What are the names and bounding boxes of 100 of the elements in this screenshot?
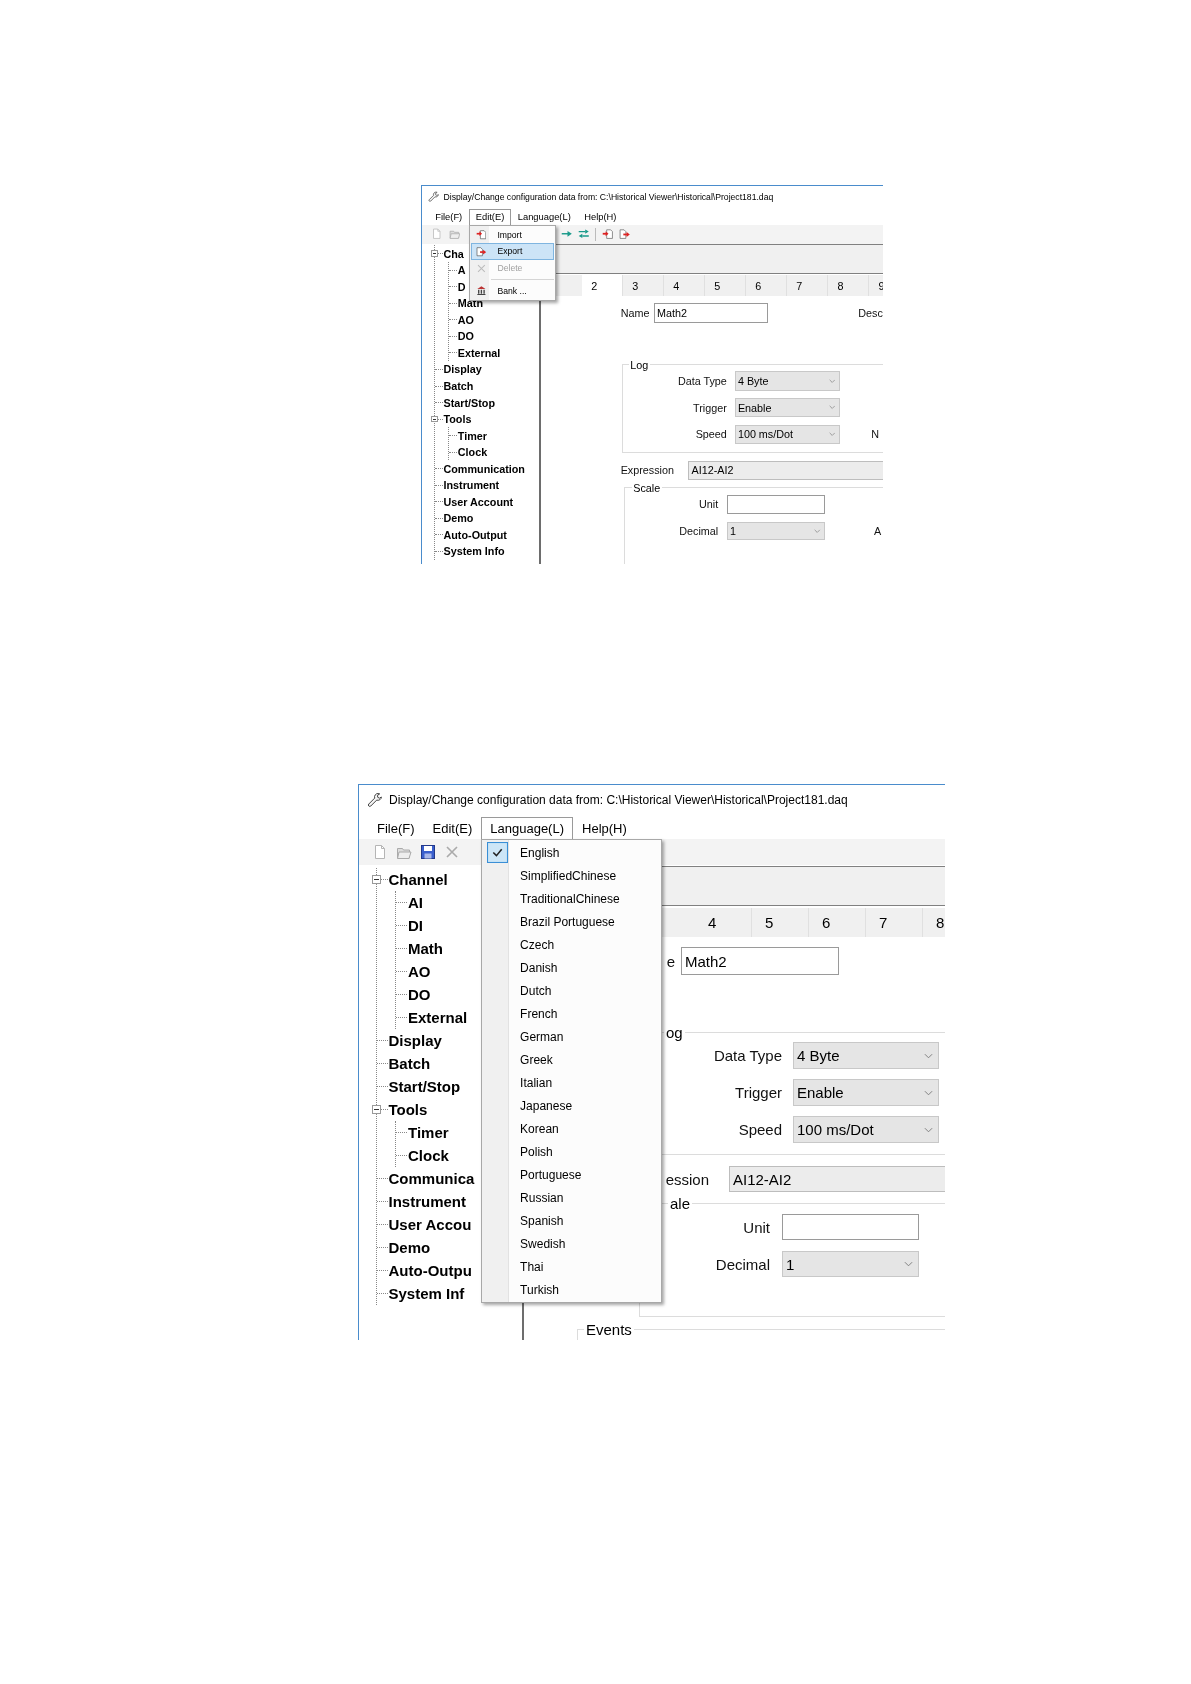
tree-item[interactable]: User Accou	[388, 1215, 472, 1233]
text-field[interactable]	[726, 495, 826, 514]
tree-item[interactable]: System Inf	[388, 1284, 465, 1302]
menu-bar-item[interactable]: File(F)	[368, 817, 424, 840]
tree-item[interactable]: System Info	[443, 545, 505, 558]
tree-item[interactable]: AO	[408, 962, 431, 980]
menu-bar-item[interactable]: Language(L)	[511, 209, 578, 225]
tree-item[interactable]: Timer	[408, 1123, 449, 1141]
tree-item[interactable]: Auto-Outpu	[388, 1261, 472, 1279]
menu-bar-item[interactable]: Help(H)	[577, 209, 624, 225]
menu-item[interactable]: French	[484, 1002, 660, 1026]
collapse-icon[interactable]	[371, 874, 381, 884]
tree-item[interactable]: Math	[408, 939, 443, 957]
menu-item[interactable]: Import	[471, 226, 554, 244]
tree-item[interactable]: User Account	[443, 495, 514, 508]
export-icon	[475, 246, 487, 257]
new-file-icon[interactable]	[431, 228, 443, 240]
dropdown[interactable]: 4 Byte	[734, 371, 840, 391]
tree-item[interactable]: Communication	[443, 462, 525, 475]
tree-item[interactable]: Instrument	[443, 479, 500, 492]
import-icon[interactable]	[602, 228, 614, 240]
swap-arrows-icon[interactable]	[578, 228, 590, 240]
tree-item[interactable]: Tools	[443, 413, 472, 426]
save-icon[interactable]	[420, 844, 436, 861]
dropdown[interactable]: 100 ms/Dot	[734, 424, 840, 444]
menu-item[interactable]: Greek	[484, 1048, 660, 1072]
collapse-icon[interactable]	[431, 250, 438, 257]
tree-item[interactable]: Cha	[443, 247, 464, 260]
menu-bar-item[interactable]: Edit(E)	[423, 817, 482, 840]
menu-item[interactable]: SimplifiedChinese	[484, 864, 660, 888]
tree-item[interactable]: Demo	[388, 1238, 431, 1256]
field-label: Data Type	[677, 375, 727, 387]
menu-item[interactable]: Japanese	[484, 1094, 660, 1118]
tree-item[interactable]: DI	[408, 916, 423, 934]
new-file-icon[interactable]	[372, 844, 388, 861]
menu-item[interactable]: Italian	[484, 1071, 660, 1095]
tree-item[interactable]: Display	[443, 363, 482, 376]
tree-item[interactable]: Demo	[443, 512, 474, 525]
arrow-right-icon[interactable]	[560, 228, 573, 240]
menu-item[interactable]: TraditionalChinese	[484, 887, 660, 911]
dropdown[interactable]: 4 Byte	[793, 1042, 939, 1070]
tree-item[interactable]: Timer	[457, 429, 487, 442]
menu-bar-item[interactable]: Language(L)	[481, 817, 573, 840]
menu-bar-item[interactable]: Edit(E)	[468, 209, 512, 225]
tree-item[interactable]: Instrument	[388, 1192, 466, 1210]
group-title: ale	[670, 1195, 691, 1213]
menu-item[interactable]: Korean	[484, 1117, 660, 1141]
menu-item[interactable]: Dutch	[484, 979, 660, 1003]
menu-item[interactable]: Russian	[484, 1186, 660, 1210]
menu-bar-item[interactable]: Help(H)	[573, 817, 636, 840]
menu-item[interactable]: Swedish	[484, 1232, 660, 1256]
tree-item[interactable]: DO	[457, 330, 474, 343]
tree-item[interactable]: Tools	[388, 1100, 428, 1118]
text-field[interactable]	[782, 1214, 919, 1241]
collapse-icon[interactable]	[371, 1104, 381, 1114]
tree-item[interactable]: Clock	[457, 446, 488, 459]
tree-item[interactable]: Batch	[388, 1054, 431, 1072]
dropdown[interactable]: Enable	[734, 397, 840, 418]
tree-item[interactable]: External	[408, 1008, 468, 1026]
tree-item[interactable]: Start/Stop	[443, 396, 495, 409]
expression-field[interactable]: AI12-AI2	[688, 460, 884, 480]
tree-item[interactable]: Clock	[408, 1146, 449, 1164]
menu-item[interactable]: Portuguese	[484, 1163, 660, 1187]
menu-item[interactable]: Turkish	[484, 1278, 660, 1302]
tree-item[interactable]: Channel	[388, 870, 448, 888]
tree-item[interactable]: Start/Stop	[388, 1077, 461, 1095]
tree-item[interactable]: Communica	[388, 1169, 475, 1187]
tree-item[interactable]: D	[457, 280, 466, 293]
expression-field[interactable]: AI12-AI2	[729, 1166, 945, 1193]
delete-icon	[475, 262, 487, 274]
tree-item[interactable]: Batch	[443, 380, 474, 392]
tree-item[interactable]: Display	[388, 1031, 442, 1049]
dropdown[interactable]: 100 ms/Dot	[793, 1116, 939, 1144]
menu-item[interactable]: Spanish	[484, 1209, 660, 1233]
menu-bar-item[interactable]: File(F)	[428, 209, 469, 225]
tree-item[interactable]: AI	[408, 893, 423, 911]
collapse-icon[interactable]	[431, 415, 438, 423]
tree-item[interactable]: DO	[408, 985, 431, 1003]
menu-item[interactable]: Bank ...	[471, 282, 554, 299]
menu-item[interactable]: Czech	[484, 933, 660, 957]
dropdown[interactable]: Enable	[793, 1079, 939, 1107]
tree-item[interactable]: AO	[457, 313, 474, 326]
dropdown[interactable]: 1	[726, 521, 826, 541]
name-field[interactable]: Math2	[681, 947, 839, 976]
menu-item[interactable]: German	[484, 1025, 660, 1049]
tab[interactable]: 2	[581, 275, 623, 296]
dropdown[interactable]: 1	[782, 1251, 919, 1278]
name-field[interactable]: Math2	[653, 303, 768, 324]
field-label: Desc	[858, 307, 883, 320]
field-label: Expression	[620, 464, 674, 477]
folder-icon[interactable]	[448, 228, 461, 240]
tree-item[interactable]: A	[457, 264, 466, 277]
tree-item[interactable]: Auto-Output	[443, 528, 507, 541]
export-icon[interactable]	[619, 228, 631, 240]
menu-item[interactable]: Danish	[484, 956, 660, 980]
menu-item[interactable]: Thai	[484, 1255, 660, 1279]
menu-item[interactable]: Brazil Portuguese	[484, 910, 660, 934]
tree-item[interactable]: External	[457, 346, 501, 359]
menu-item[interactable]: Polish	[484, 1140, 660, 1164]
menu-item[interactable]: Export	[471, 243, 554, 260]
